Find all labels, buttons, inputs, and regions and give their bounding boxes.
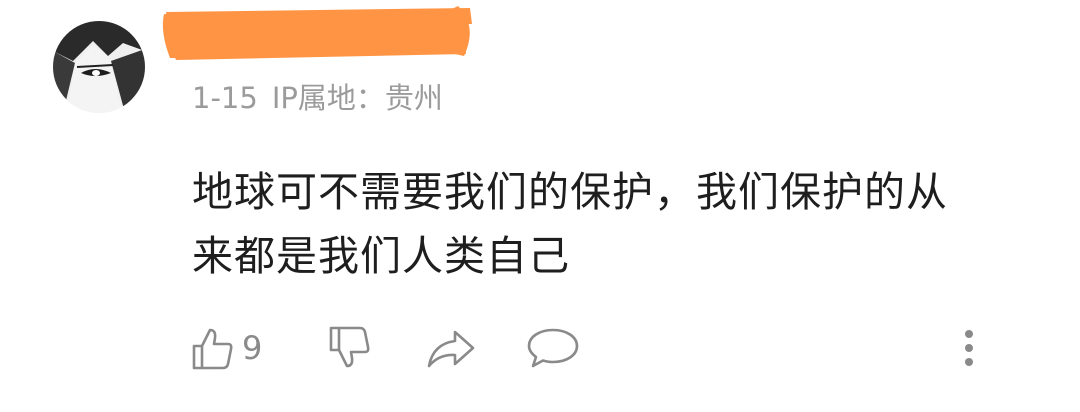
comment-text-line: 来都是我们人类自己 xyxy=(192,232,570,280)
dislike-button[interactable] xyxy=(325,320,373,376)
speech-bubble-icon xyxy=(527,328,579,368)
manga-character-avatar-icon xyxy=(53,21,145,113)
reply-button[interactable] xyxy=(527,320,579,376)
redaction-scribble xyxy=(162,6,472,60)
share-arrow-icon xyxy=(427,330,475,368)
like-count: 9 xyxy=(242,329,263,367)
comment-actions: 9 xyxy=(0,320,1080,376)
avatar[interactable] xyxy=(53,21,145,113)
like-button[interactable]: 9 xyxy=(188,320,262,376)
comment-text: 地球可不需要我们的保护，我们保护的从 来都是我们人类自己 xyxy=(192,160,1012,288)
comment-date: 1-15 xyxy=(192,81,258,115)
comment-text-line: 地球可不需要我们的保护，我们保护的从 xyxy=(192,168,948,216)
comment-item: 1-15 IP属地：贵州 地球可不需要我们的保护，我们保护的从 来都是我们人类自己… xyxy=(0,0,1080,412)
thumbs-up-icon xyxy=(192,328,233,370)
share-button[interactable] xyxy=(425,320,477,376)
comment-meta: 1-15 IP属地：贵州 xyxy=(192,78,443,118)
thumbs-down-icon xyxy=(329,326,370,368)
username-redacted[interactable] xyxy=(160,2,480,66)
vertical-dots-icon xyxy=(965,330,973,366)
ip-location: IP属地：贵州 xyxy=(271,81,443,115)
more-options-button[interactable] xyxy=(955,320,983,376)
